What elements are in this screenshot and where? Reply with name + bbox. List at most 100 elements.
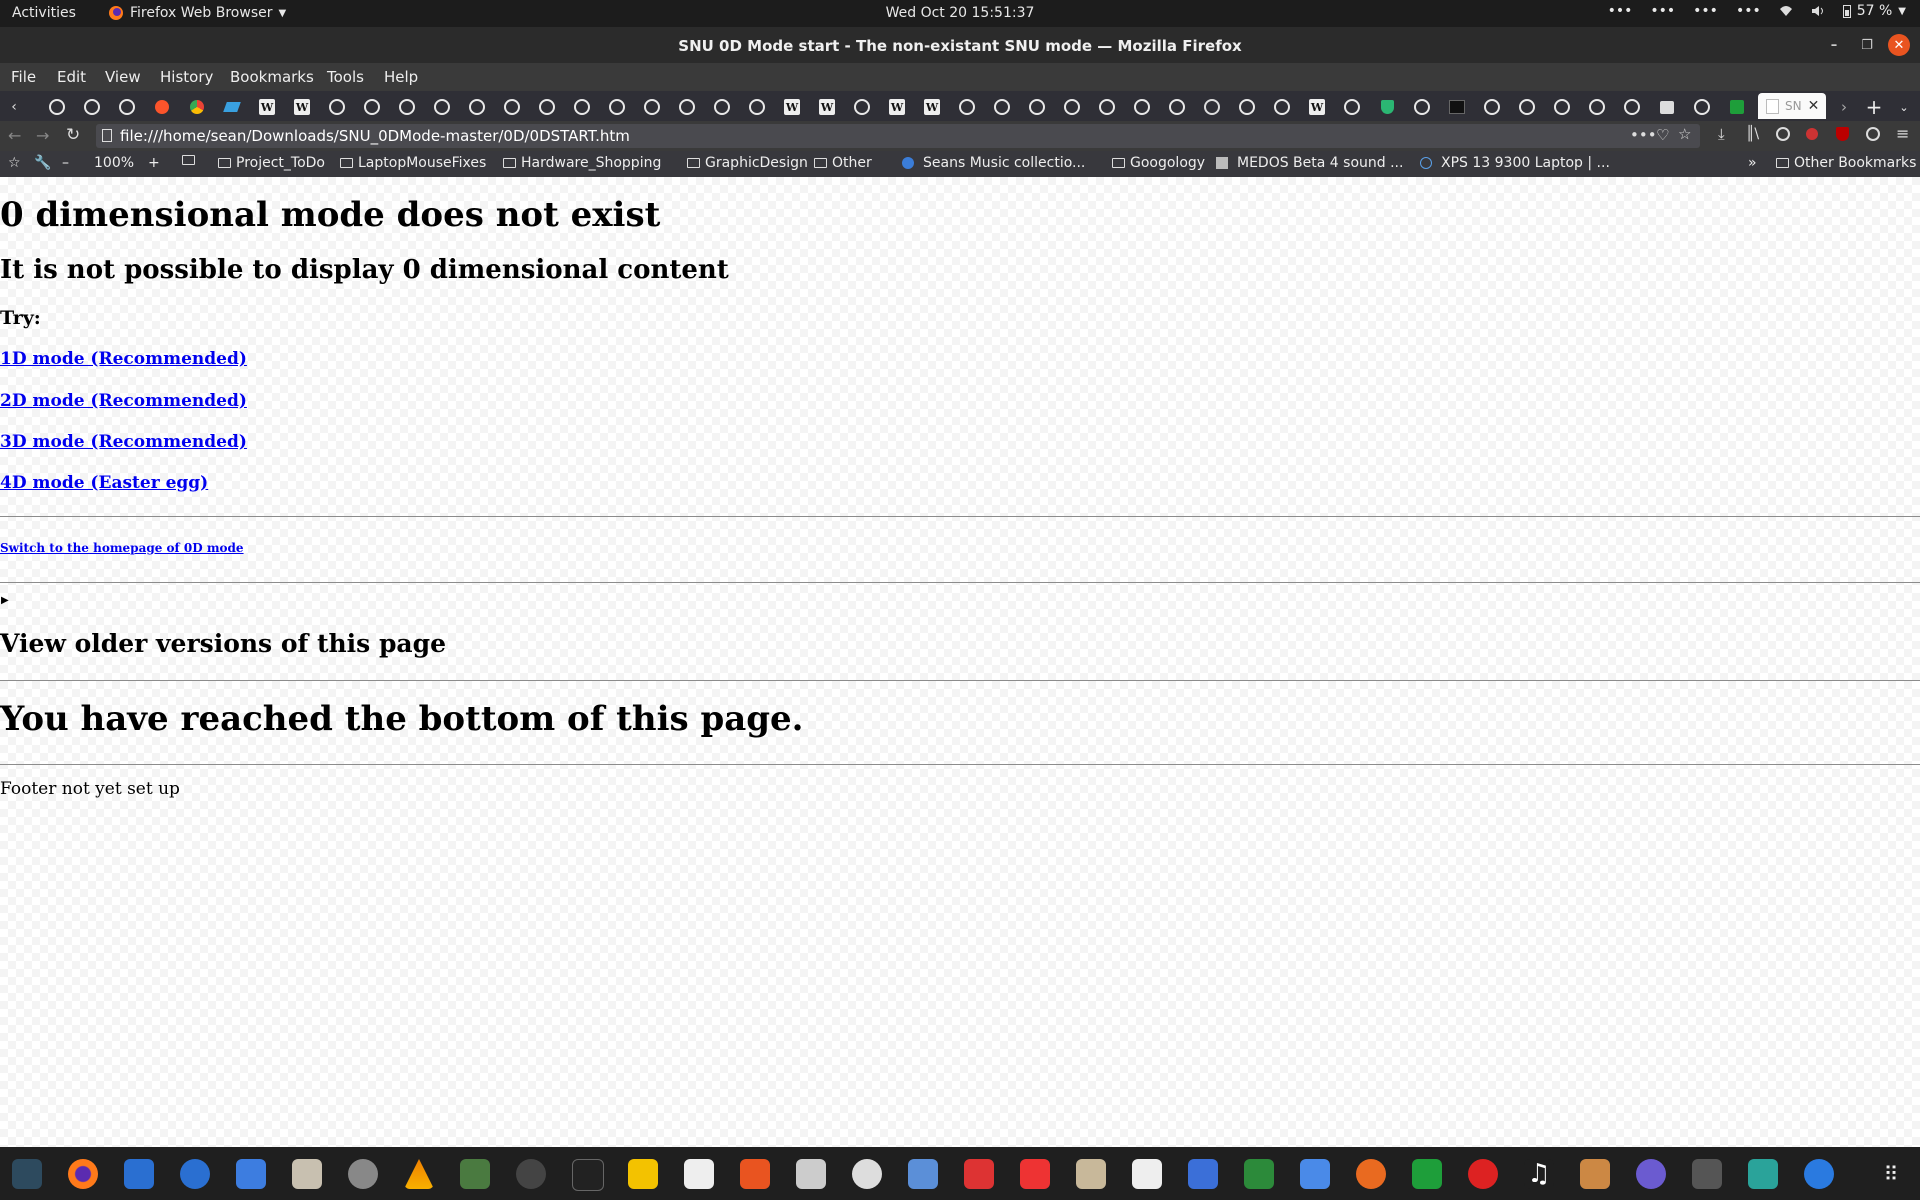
github-icon[interactable] xyxy=(644,99,660,115)
forward-button[interactable]: → xyxy=(36,126,49,145)
github-icon[interactable] xyxy=(469,99,485,115)
disclosure-triangle-icon[interactable]: ▶ xyxy=(1,595,9,606)
github-icon[interactable] xyxy=(1344,99,1360,115)
github-icon[interactable] xyxy=(1134,99,1150,115)
activities-button[interactable]: Activities xyxy=(12,5,76,21)
github-icon[interactable] xyxy=(399,99,415,115)
link-2d-mode[interactable]: 2D mode (Recommended) xyxy=(0,391,247,411)
maximize-button[interactable]: ❐ xyxy=(1856,34,1878,56)
update-icon[interactable] xyxy=(1356,1159,1386,1189)
github-icon[interactable] xyxy=(1694,99,1710,115)
github-icon[interactable] xyxy=(994,99,1010,115)
github-icon[interactable] xyxy=(1589,99,1605,115)
overflow-icon[interactable]: ••• xyxy=(1608,3,1633,19)
back-button[interactable]: ← xyxy=(8,126,21,145)
menu-help[interactable]: Help xyxy=(384,68,418,86)
software-icon[interactable] xyxy=(516,1159,546,1189)
chart-app-icon[interactable] xyxy=(684,1159,714,1189)
camera-icon[interactable] xyxy=(1636,1159,1666,1189)
menu-tools[interactable]: Tools xyxy=(327,68,364,86)
menu-history[interactable]: History xyxy=(160,68,213,86)
globe-icon[interactable] xyxy=(1204,99,1220,115)
overflow-icon[interactable]: ••• xyxy=(1736,3,1761,19)
pdf-icon[interactable] xyxy=(1020,1159,1050,1189)
list-all-tabs-icon[interactable]: ⌄ xyxy=(1896,99,1912,115)
archive-icon[interactable] xyxy=(1076,1159,1106,1189)
menu-file[interactable]: File xyxy=(11,68,36,86)
more-horizontal-icon[interactable]: ••• xyxy=(1630,126,1657,144)
gimp-icon[interactable] xyxy=(1692,1159,1722,1189)
document-viewer-icon[interactable] xyxy=(908,1159,938,1189)
folder-icon[interactable] xyxy=(182,155,195,165)
spreadsheet-icon[interactable] xyxy=(1412,1159,1442,1189)
active-tab[interactable]: SN ✕ xyxy=(1758,93,1826,119)
downloads-icon[interactable]: ⤓ xyxy=(1718,125,1725,143)
wikipedia-icon[interactable]: W xyxy=(784,99,800,115)
puzzle-icon[interactable] xyxy=(460,1159,490,1189)
scroll-tabs-right-icon[interactable]: › xyxy=(1836,98,1852,116)
zoom-level[interactable]: 100% xyxy=(94,155,134,171)
github-icon[interactable] xyxy=(1239,99,1255,115)
search-icon[interactable] xyxy=(796,1159,826,1189)
settings-icon[interactable] xyxy=(348,1159,378,1189)
github-icon[interactable] xyxy=(959,99,975,115)
extension-icon[interactable] xyxy=(1806,128,1818,140)
bookmark-folder[interactable]: Project_ToDo xyxy=(218,155,325,171)
github-icon[interactable] xyxy=(1624,99,1640,115)
firefox-icon[interactable] xyxy=(68,1159,98,1189)
wikipedia-icon[interactable]: W xyxy=(1309,99,1325,115)
game-icon[interactable] xyxy=(1580,1159,1610,1189)
bookmark-link[interactable]: MEDOS Beta 4 sound ... xyxy=(1216,155,1403,171)
github-icon[interactable] xyxy=(1414,99,1430,115)
github-icon[interactable] xyxy=(84,99,100,115)
account-icon[interactable] xyxy=(1776,127,1790,141)
wikipedia-icon[interactable]: W xyxy=(889,99,905,115)
wikipedia-icon[interactable]: W xyxy=(819,99,835,115)
screenshot-icon[interactable] xyxy=(964,1159,994,1189)
ublock-icon[interactable] xyxy=(1836,127,1849,141)
github-icon[interactable] xyxy=(119,99,135,115)
show-applications-icon[interactable]: ⠿ xyxy=(1876,1159,1906,1189)
github-icon[interactable] xyxy=(1169,99,1185,115)
github-icon[interactable] xyxy=(504,99,520,115)
calculator-icon[interactable] xyxy=(628,1159,658,1189)
url-bar[interactable]: file:///home/sean/Downloads/SNU_0DMode-m… xyxy=(96,124,1700,148)
shortcut-icon[interactable] xyxy=(223,102,241,112)
help-icon[interactable] xyxy=(180,1159,210,1189)
music-icon[interactable]: ♫ xyxy=(1524,1159,1554,1189)
star-bookmark-icon[interactable]: ☆ xyxy=(1678,125,1691,143)
wikipedia-icon[interactable]: W xyxy=(294,99,310,115)
reload-button[interactable]: ↻ xyxy=(66,125,80,145)
github-icon[interactable] xyxy=(1064,99,1080,115)
system-monitor-icon[interactable] xyxy=(12,1159,42,1189)
files-icon[interactable] xyxy=(292,1159,322,1189)
github-icon[interactable] xyxy=(1519,99,1535,115)
github-icon[interactable] xyxy=(1484,99,1500,115)
new-tab-icon[interactable]: + xyxy=(1866,95,1883,119)
pocket-icon[interactable]: ♡ xyxy=(1656,126,1669,144)
github-icon[interactable] xyxy=(679,99,695,115)
github-icon[interactable] xyxy=(574,99,590,115)
close-window-button[interactable]: ✕ xyxy=(1888,34,1910,56)
wrench-icon[interactable]: 🔧 xyxy=(34,155,51,171)
page-info-icon[interactable] xyxy=(102,129,112,142)
link-1d-mode[interactable]: 1D mode (Recommended) xyxy=(0,349,247,369)
chrome-icon[interactable] xyxy=(190,100,204,114)
calendar-icon[interactable] xyxy=(1748,1159,1778,1189)
scroll-tabs-left-icon[interactable]: ‹ xyxy=(6,99,22,115)
zoom-out-button[interactable]: – xyxy=(62,155,69,171)
github-icon[interactable] xyxy=(1099,99,1115,115)
more-bookmarks-icon[interactable]: » xyxy=(1748,155,1757,171)
remote-desktop-icon[interactable] xyxy=(1300,1159,1330,1189)
github-icon[interactable] xyxy=(49,99,65,115)
hamburger-menu-icon[interactable]: ≡ xyxy=(1896,124,1909,143)
alert-icon[interactable] xyxy=(1468,1159,1498,1189)
text-editor-icon[interactable] xyxy=(236,1159,266,1189)
bookmark-link[interactable]: Seans Music collectio... xyxy=(902,155,1085,171)
app-menu-button[interactable]: Firefox Web Browser ▼ xyxy=(108,5,286,21)
bookmark-folder[interactable]: Other xyxy=(814,155,872,171)
bookmark-folder[interactable]: LaptopMouseFixes xyxy=(340,155,486,171)
github-icon[interactable] xyxy=(539,99,555,115)
tasks-icon[interactable] xyxy=(1188,1159,1218,1189)
minimize-button[interactable]: – xyxy=(1823,34,1845,56)
